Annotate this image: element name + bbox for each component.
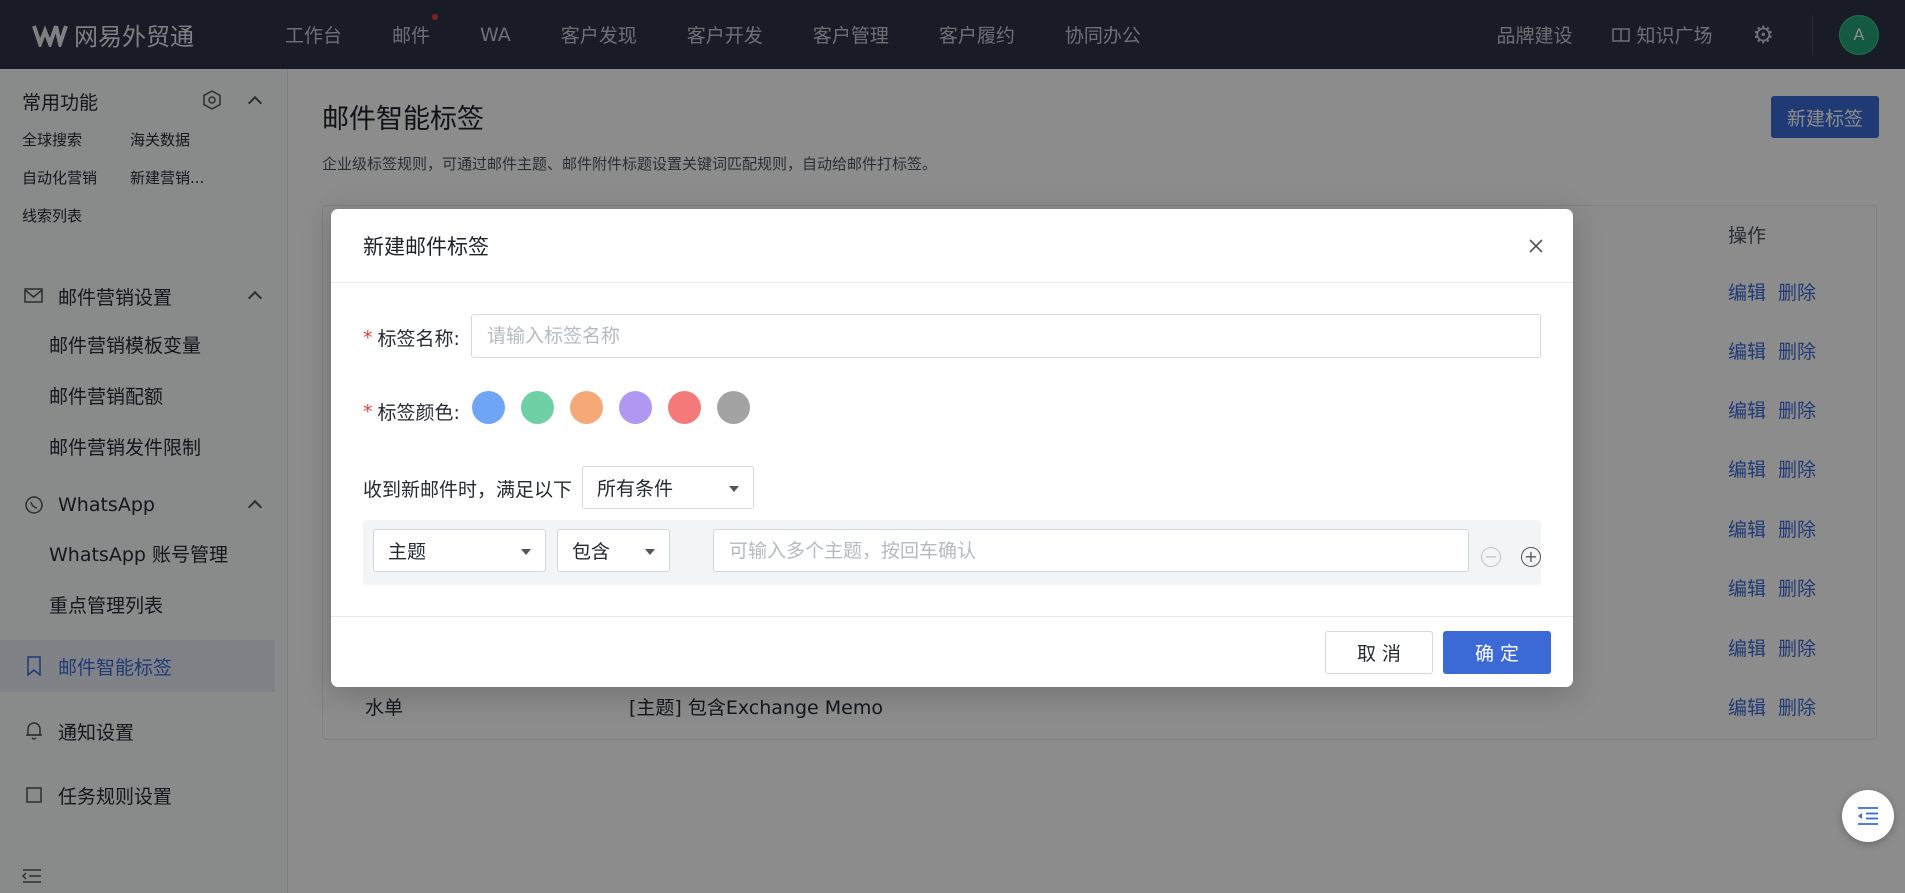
condition-prefix: 收到新邮件时，满足以下 (363, 479, 573, 501)
caret-down-icon (521, 549, 531, 555)
modal-title: 新建邮件标签 (363, 234, 489, 259)
add-condition-icon[interactable]: + (1521, 547, 1541, 567)
new-tag-modal: 新建邮件标签 * 标签名称: * 标签颜色: 收到新邮件时，满足以下 所有条件 … (331, 209, 1573, 687)
operator-select[interactable]: 包含 (557, 529, 670, 572)
condition-mode-select[interactable]: 所有条件 (582, 466, 754, 509)
caret-down-icon (729, 486, 739, 492)
color-swatches (472, 391, 766, 424)
field-select[interactable]: 主题 (373, 529, 546, 572)
cancel-button[interactable]: 取 消 (1325, 631, 1433, 674)
color-swatch-gray[interactable] (717, 391, 750, 424)
condition-row: 收到新邮件时，满足以下 (363, 475, 572, 502)
tag-color-row: * 标签颜色: (363, 398, 460, 425)
field-value: 主题 (388, 541, 427, 563)
modal-header: 新建邮件标签 (331, 209, 1573, 283)
tag-name-input[interactable] (471, 314, 1541, 358)
tag-color-label: 标签颜色: (377, 402, 460, 424)
condition-mode-value: 所有条件 (597, 478, 674, 500)
caret-down-icon (645, 549, 655, 555)
color-swatch-purple[interactable] (619, 391, 652, 424)
keyword-input[interactable] (713, 529, 1469, 572)
required-mark: * (363, 400, 373, 423)
list-indent-icon (1858, 807, 1878, 825)
color-swatch-blue[interactable] (472, 391, 505, 424)
tag-name-label: 标签名称: (377, 328, 460, 350)
required-mark: * (363, 326, 373, 349)
close-icon[interactable] (1527, 237, 1545, 255)
floating-menu-button[interactable] (1842, 790, 1894, 842)
color-swatch-green[interactable] (521, 391, 554, 424)
confirm-button[interactable]: 确 定 (1443, 631, 1551, 674)
operator-value: 包含 (572, 541, 611, 563)
color-swatch-red[interactable] (668, 391, 701, 424)
tag-name-row: * 标签名称: (363, 324, 460, 351)
condition-rule-box: 主题 包含 − + (363, 520, 1541, 585)
color-swatch-orange[interactable] (570, 391, 603, 424)
modal-footer: 取 消 确 定 (331, 616, 1573, 687)
remove-condition-icon[interactable]: − (1481, 547, 1501, 567)
